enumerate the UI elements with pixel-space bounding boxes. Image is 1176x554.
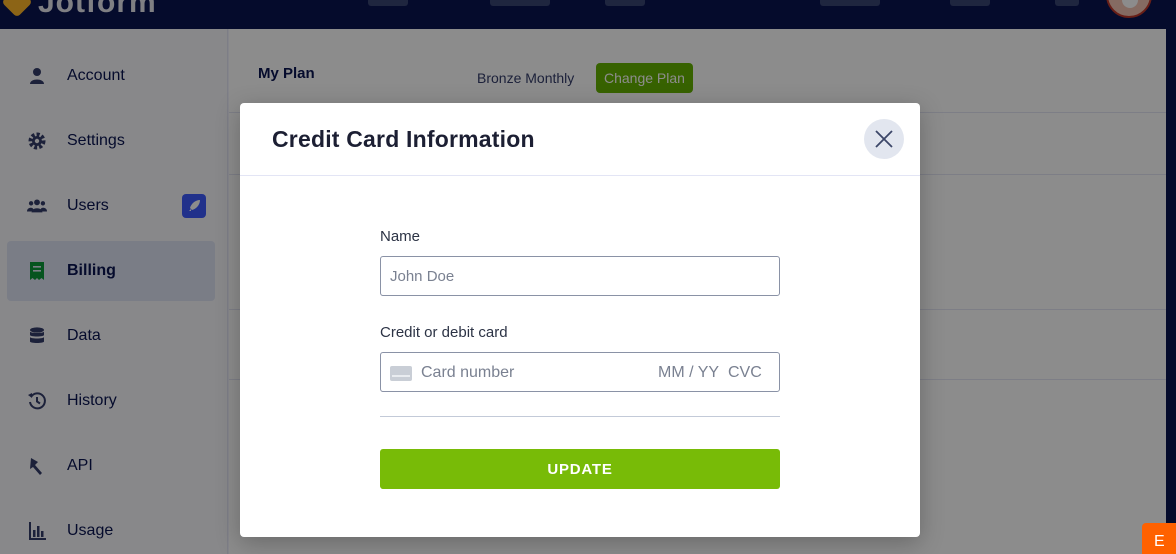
close-button[interactable]	[864, 119, 904, 159]
form-divider	[380, 416, 780, 417]
card-expiry-placeholder[interactable]: MM / YY	[658, 364, 719, 382]
update-button[interactable]: UPDATE	[380, 449, 780, 489]
close-icon	[875, 130, 893, 148]
card-input[interactable]: Card number MM / YY CVC	[380, 352, 780, 392]
card-label: Credit or debit card	[380, 324, 508, 341]
name-label: Name	[380, 228, 421, 245]
card-cvc-placeholder[interactable]: CVC	[728, 364, 762, 382]
credit-card-modal: Credit Card Information Name Credit or d…	[240, 103, 920, 537]
feedback-button[interactable]: E	[1142, 523, 1176, 554]
name-input[interactable]	[380, 256, 780, 296]
modal-header: Credit Card Information	[240, 103, 920, 176]
card-number-placeholder[interactable]: Card number	[421, 364, 514, 382]
modal-title: Credit Card Information	[272, 126, 535, 152]
credit-card-icon	[390, 366, 412, 381]
